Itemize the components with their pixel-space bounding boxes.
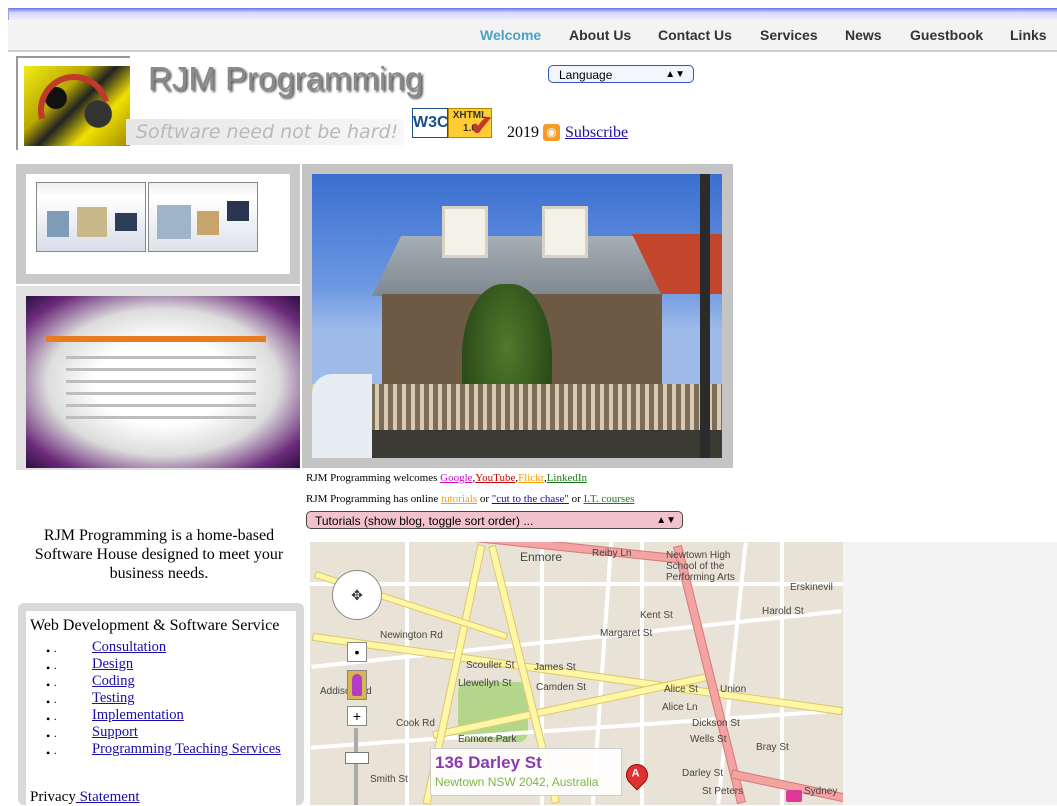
dashboard-screenshot-panel — [16, 286, 300, 470]
map-label: Camden St — [536, 682, 587, 693]
flickr-link[interactable]: Flickr — [518, 472, 544, 484]
coding-link[interactable]: Coding — [92, 673, 135, 690]
checkmark-icon: ✔ — [470, 110, 494, 141]
support-link[interactable]: Support — [92, 724, 138, 741]
map-label: Erskinevil — [790, 582, 833, 593]
nav-about-us[interactable]: About Us — [569, 27, 631, 43]
site-slogan: Software need not be hard! — [126, 119, 404, 145]
map-label: St Peters — [702, 786, 744, 797]
testing-link[interactable]: Testing — [92, 690, 134, 707]
map-zoom-track[interactable] — [354, 728, 358, 805]
map-label: Bray St — [756, 742, 789, 753]
w3c-logo: W3C — [412, 108, 449, 138]
google-link[interactable]: Google — [440, 472, 472, 484]
map-label: Scouller St — [466, 660, 515, 671]
implementation-link[interactable]: Implementation — [92, 707, 184, 724]
tutorials-link[interactable]: tutorials — [441, 493, 477, 505]
map-label: Llewellyn St — [458, 678, 512, 689]
map-label: Enmore — [520, 550, 563, 564]
map-label: Smith St — [370, 774, 408, 785]
map-label: Harold St — [762, 606, 804, 617]
privacy-statement-link[interactable]: Statement — [76, 789, 140, 805]
select-arrows-icon: ▲▼ — [665, 69, 685, 80]
services-heading: Web Development & Software Service — [30, 617, 280, 634]
map-label: Wells St — [690, 734, 727, 745]
house-photo — [312, 174, 722, 458]
street-view-pegman-icon[interactable] — [347, 670, 367, 700]
google-map[interactable]: Enmore Reiby Ln Newtown High School of t… — [310, 542, 843, 805]
thumbnail-image[interactable] — [148, 182, 258, 252]
map-label: Darley St — [682, 768, 724, 779]
map-label: Enmore Park — [458, 734, 517, 745]
top-accent-bar — [8, 8, 1057, 20]
subscribe-link[interactable]: Subscribe — [565, 124, 628, 142]
services-panel: Web Development & Software Service • · Co… — [18, 603, 304, 805]
intro-text: RJM Programming is a home-based Software… — [34, 527, 284, 582]
map-marker-icon[interactable]: A — [621, 759, 653, 791]
tutorials-select[interactable]: Tutorials (show blog, toggle sort order)… — [306, 511, 683, 529]
map-label: Newington Rd — [380, 630, 443, 641]
it-courses-link[interactable]: I.T. courses — [584, 493, 635, 505]
nav-welcome[interactable]: Welcome — [480, 27, 541, 43]
map-zoom-in-button[interactable]: + — [347, 706, 367, 726]
w3c-xhtml-badge[interactable]: W3C XHTML 1.0 ✔ — [412, 108, 498, 142]
select-arrows-icon: ▲▼ — [656, 515, 676, 526]
top-navigation: Welcome About Us Contact Us Services New… — [8, 20, 1057, 52]
screenshot-thumbnails-panel — [16, 164, 300, 284]
map-label: Dickson St — [692, 718, 740, 729]
map-locate-button[interactable]: • — [347, 642, 367, 662]
consultation-link[interactable]: Consultation — [92, 639, 166, 656]
map-label: Newtown High School of the Performing Ar… — [666, 550, 735, 583]
right-blank-area — [843, 542, 1057, 805]
tutorials-line: RJM Programming has online tutorials or … — [306, 493, 635, 505]
nav-contact-us[interactable]: Contact Us — [658, 27, 732, 43]
map-label: Alice St — [664, 684, 698, 695]
programming-teaching-link[interactable]: Programming Teaching Services — [92, 741, 281, 758]
youtube-link[interactable]: YouTube — [475, 472, 515, 484]
copyright-year: 2019 — [507, 124, 539, 141]
map-label: Sydney — [804, 786, 838, 797]
nav-services[interactable]: Services — [760, 27, 818, 43]
map-label: Margaret St — [600, 628, 653, 639]
nav-guestbook[interactable]: Guestbook — [910, 27, 983, 43]
train-station-icon — [786, 790, 802, 802]
nav-links[interactable]: Links — [1010, 27, 1047, 43]
dashboard-screenshot[interactable] — [26, 296, 300, 468]
language-select[interactable]: Language ▲▼ — [548, 65, 694, 83]
map-pan-control[interactable]: ✥ — [332, 570, 382, 620]
welcomes-line: RJM Programming welcomes Google,YouTube,… — [306, 472, 588, 484]
map-zoom-slider[interactable] — [345, 752, 369, 764]
rss-icon[interactable]: ◉ — [543, 124, 560, 141]
map-label: James St — [534, 662, 576, 673]
nav-news[interactable]: News — [845, 27, 882, 43]
linkedin-link[interactable]: LinkedIn — [547, 472, 587, 484]
privacy-line: Privacy Statement — [30, 789, 140, 805]
map-label: Union — [720, 684, 747, 695]
cut-to-the-chase-link[interactable]: "cut to the chase" — [492, 493, 569, 505]
map-label: Alice Ln — [662, 702, 698, 713]
site-logo[interactable] — [24, 60, 130, 160]
map-address-label: 136 Darley St Newtown NSW 2042, Australi… — [430, 748, 622, 796]
thumbnail-image[interactable] — [36, 182, 146, 252]
site-title: RJM Programming — [148, 60, 424, 97]
design-link[interactable]: Design — [92, 656, 133, 673]
map-label: Reiby Ln — [592, 548, 632, 559]
map-label: Kent St — [640, 610, 673, 621]
map-label: Cook Rd — [396, 718, 435, 729]
